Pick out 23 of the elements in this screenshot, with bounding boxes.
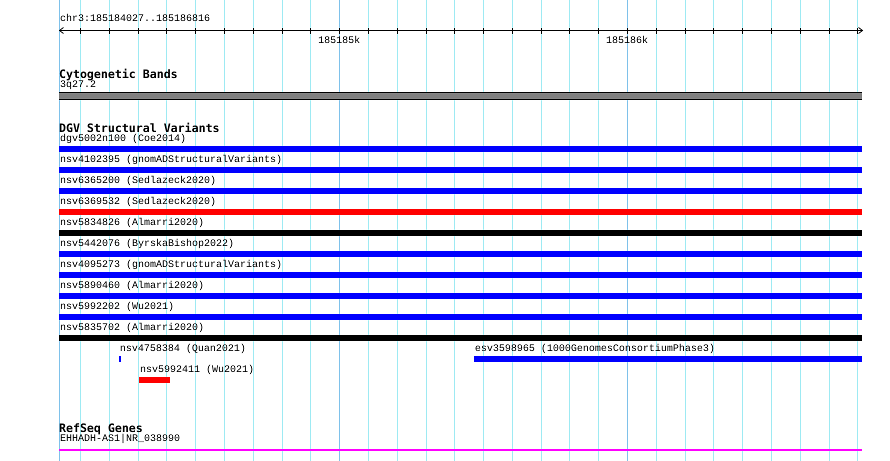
variant-label: nsv5834826 (Almarri2020) [59, 218, 204, 230]
track-title: DGV Structural Variants [59, 122, 220, 134]
variant-label: esv3598965 (1000GenomesConsortiumPhase3) [474, 344, 715, 356]
band-label: 3q27.2 [60, 80, 96, 92]
variant-label: nsv4095273 (gnomADStructuralVariants) [59, 260, 282, 272]
tick-label: 185186k [606, 36, 648, 48]
variant-label: nsv5442076 (ByrskaBishop2022) [59, 239, 234, 251]
region-label: chr3:185184027..185186816 [59, 14, 212, 26]
variant-label: dgv5002n100 (Coe2014) [59, 134, 186, 146]
variant-label: nsv4758384 (Quan2021) [118, 344, 246, 356]
variant-label: nsv6365200 (Sedlazeck2020) [59, 176, 216, 188]
variant-label: nsv6369532 (Sedlazeck2020) [59, 197, 216, 209]
variant-label: nsv5835702 (Almarri2020) [59, 323, 204, 335]
variant-label: nsv5992411 (Wu2021) [139, 365, 254, 377]
gene-line[interactable] [59, 449, 862, 451]
variant-bar[interactable] [118, 356, 121, 362]
variant-label: nsv5992202 (Wu2021) [59, 302, 174, 314]
track-title: Cytogenetic Bands [59, 68, 178, 80]
variant-label: nsv4102395 (gnomADStructuralVariants) [59, 155, 282, 167]
track-title: RefSeq Genes [59, 422, 143, 434]
variant-label: nsv5890460 (Almarri2020) [59, 281, 204, 293]
gene-label: EHHADH-AS1|NR_038990 [60, 434, 180, 446]
tick-label: 185185k [318, 36, 360, 48]
